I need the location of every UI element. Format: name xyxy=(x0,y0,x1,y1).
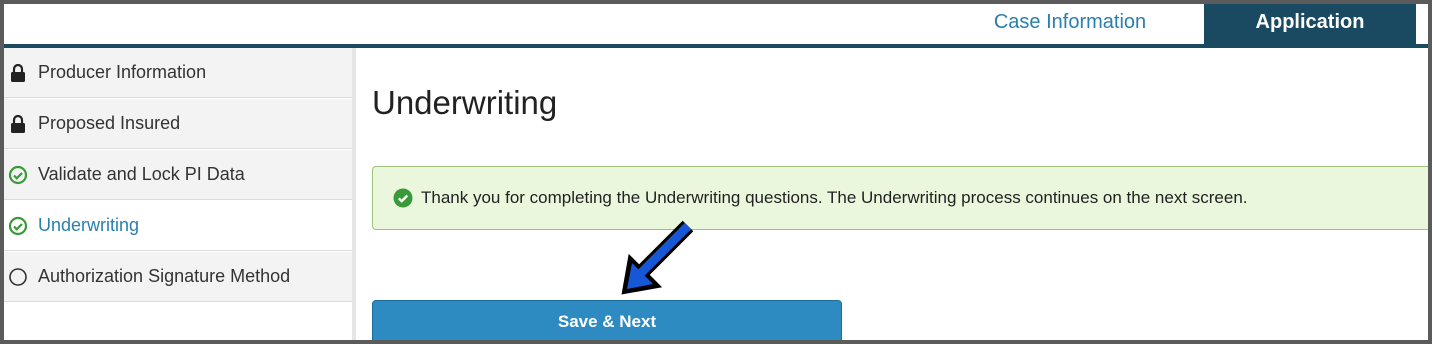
lock-icon xyxy=(8,114,28,134)
success-alert: Thank you for completing the Underwritin… xyxy=(372,166,1428,230)
page-title: Underwriting xyxy=(372,84,558,121)
empty-circle-icon xyxy=(8,267,28,287)
alert-message: Thank you for completing the Underwritin… xyxy=(421,188,1248,207)
sidebar-item-label: Validate and Lock PI Data xyxy=(38,164,245,184)
tab-application[interactable]: Application xyxy=(1204,4,1416,44)
check-circle-filled-icon xyxy=(393,188,413,208)
sidebar-item-underwriting[interactable]: Underwriting xyxy=(4,201,352,251)
annotation-arrow-icon xyxy=(621,220,694,295)
check-circle-icon xyxy=(8,165,28,185)
sidebar-item-proposed-insured[interactable]: Proposed Insured xyxy=(4,99,352,149)
sidebar: Producer Information Proposed Insured Va… xyxy=(4,48,356,340)
main-content: Underwriting Thank you for completing th… xyxy=(372,48,1428,340)
sidebar-item-validate-and-lock[interactable]: Validate and Lock PI Data xyxy=(4,150,352,200)
sidebar-item-label: Proposed Insured xyxy=(38,113,181,133)
tab-case-information[interactable]: Case Information xyxy=(964,4,1176,44)
top-tab-bar: Case Information Application xyxy=(4,4,1428,46)
check-circle-icon xyxy=(8,216,28,236)
lock-icon xyxy=(8,63,28,83)
sidebar-item-label: Underwriting xyxy=(38,215,140,235)
sidebar-item-authorization-signature-method[interactable]: Authorization Signature Method xyxy=(4,252,352,302)
sidebar-item-label: Authorization Signature Method xyxy=(38,266,291,286)
sidebar-item-producer-information[interactable]: Producer Information xyxy=(4,48,352,98)
app-frame: Case Information Application Producer In… xyxy=(0,0,1432,344)
save-next-button[interactable]: Save & Next xyxy=(372,300,842,340)
sidebar-item-label: Producer Information xyxy=(38,62,207,82)
